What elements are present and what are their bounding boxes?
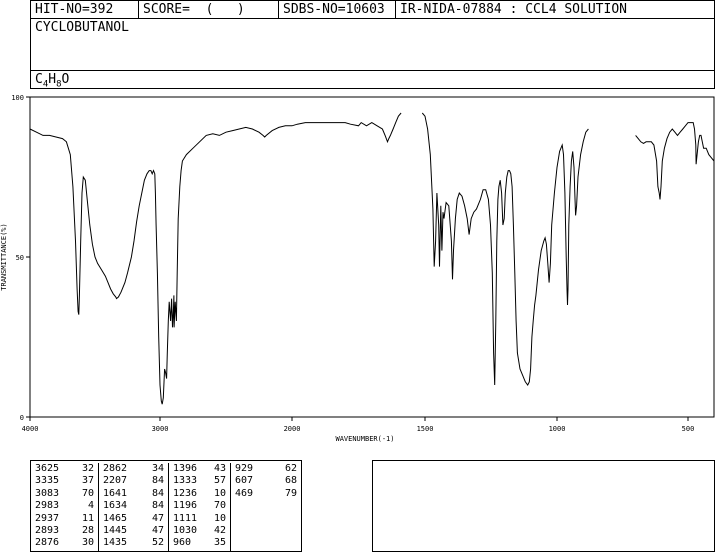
peak-row: 1030 42 bbox=[169, 525, 230, 537]
x-tick-label: 500 bbox=[682, 425, 695, 433]
peak-transmittance: 32 bbox=[81, 463, 94, 474]
peak-row: 1445 47 bbox=[99, 525, 168, 537]
peak-wavenumber: 1236 bbox=[173, 487, 198, 499]
peak-transmittance: 47 bbox=[151, 524, 164, 536]
peak-row: 1111 10 bbox=[169, 513, 230, 525]
peak-wavenumber: 960 bbox=[173, 537, 192, 549]
peak-column: 929 62 607 68 469 79 bbox=[231, 463, 301, 551]
peak-wavenumber: 607 bbox=[235, 475, 254, 487]
x-tick-label: 1000 bbox=[549, 425, 566, 433]
peak-transmittance: 57 bbox=[213, 475, 226, 487]
peak-transmittance: 52 bbox=[151, 537, 164, 549]
peak-transmittance: 11 bbox=[81, 512, 94, 524]
peak-row: 1435 52 bbox=[99, 537, 168, 549]
peak-wavenumber: 1445 bbox=[103, 524, 128, 536]
peak-wavenumber: 3335 bbox=[35, 475, 60, 487]
peak-transmittance: 79 bbox=[284, 487, 297, 499]
peak-row: 2893 28 bbox=[31, 525, 98, 537]
peak-row: 2876 30 bbox=[31, 537, 98, 549]
peak-transmittance: 62 bbox=[284, 463, 297, 474]
peak-row: 469 79 bbox=[231, 488, 301, 500]
peak-column: 3625 32 3335 37 3083 70 2983 4 2937 11 2893 28 2876 3… bbox=[31, 463, 99, 551]
x-tick-label: 4000 bbox=[22, 425, 39, 433]
peak-wavenumber: 929 bbox=[235, 463, 254, 474]
peak-transmittance: 70 bbox=[213, 500, 226, 512]
peak-row: 929 62 bbox=[231, 463, 301, 475]
peak-transmittance: 10 bbox=[213, 512, 226, 524]
peak-row: 607 68 bbox=[231, 475, 301, 487]
peak-transmittance: 47 bbox=[151, 512, 164, 524]
peak-row: 2983 4 bbox=[31, 500, 98, 512]
peak-wavenumber: 1196 bbox=[173, 500, 198, 512]
peak-transmittance: 30 bbox=[81, 537, 94, 549]
y-tick-label: 0 bbox=[20, 414, 24, 422]
y-tick-label: 50 bbox=[16, 254, 24, 262]
peak-wavenumber: 2207 bbox=[103, 475, 128, 487]
x-tick-label: 1500 bbox=[417, 425, 434, 433]
peak-transmittance: 35 bbox=[213, 537, 226, 549]
peak-transmittance: 34 bbox=[151, 463, 164, 474]
peak-wavenumber: 2876 bbox=[35, 537, 60, 549]
peak-row: 1333 57 bbox=[169, 475, 230, 487]
peak-row: 1236 10 bbox=[169, 488, 230, 500]
peak-wavenumber: 2862 bbox=[103, 463, 128, 474]
y-axis-label: TRANSMITTANCE(%) bbox=[0, 223, 8, 290]
peak-wavenumber: 3083 bbox=[35, 487, 60, 499]
peak-row: 1634 84 bbox=[99, 500, 168, 512]
peak-wavenumber: 2937 bbox=[35, 512, 60, 524]
peak-row: 3083 70 bbox=[31, 488, 98, 500]
peak-row: 3625 32 bbox=[31, 463, 98, 475]
peak-table: 3625 32 3335 37 3083 70 2983 4 2937 11 2893 28 2876 3… bbox=[30, 460, 302, 552]
peak-transmittance: 42 bbox=[213, 524, 226, 536]
x-tick-label: 2000 bbox=[284, 425, 301, 433]
peak-transmittance: 84 bbox=[151, 487, 164, 499]
peak-wavenumber: 2893 bbox=[35, 524, 60, 536]
peak-row: 1641 84 bbox=[99, 488, 168, 500]
peak-transmittance: 70 bbox=[81, 487, 94, 499]
peak-transmittance: 68 bbox=[284, 475, 297, 487]
y-tick-label: 100 bbox=[11, 94, 24, 102]
spectrum-line bbox=[29, 112, 715, 405]
peak-transmittance: 10 bbox=[213, 487, 226, 499]
x-tick-label: 3000 bbox=[152, 425, 169, 433]
peak-column: 1396 43 1333 57 1236 10 1196 70 1111 10 1030 42 960 3… bbox=[169, 463, 231, 551]
x-axis-label: WAVENUMBER(-1) bbox=[335, 435, 394, 443]
peak-transmittance: 84 bbox=[151, 500, 164, 512]
peak-transmittance: 28 bbox=[81, 524, 94, 536]
peak-wavenumber: 1435 bbox=[103, 537, 128, 549]
peak-wavenumber: 1641 bbox=[103, 487, 128, 499]
peak-transmittance: 4 bbox=[87, 500, 94, 512]
peak-column: 2862 34 2207 84 1641 84 1634 84 1465 47 1445 47 1435… bbox=[99, 463, 169, 551]
peak-row: 2862 34 bbox=[99, 463, 168, 475]
peak-row: 1396 43 bbox=[169, 463, 230, 475]
peak-wavenumber: 3625 bbox=[35, 463, 60, 474]
peak-row: 2937 11 bbox=[31, 513, 98, 525]
plot-frame bbox=[29, 96, 715, 418]
peak-wavenumber: 1396 bbox=[173, 463, 198, 474]
peak-wavenumber: 1111 bbox=[173, 512, 198, 524]
peak-wavenumber: 1465 bbox=[103, 512, 128, 524]
peak-transmittance: 84 bbox=[151, 475, 164, 487]
peak-transmittance: 43 bbox=[213, 463, 226, 474]
peak-wavenumber: 2983 bbox=[35, 500, 60, 512]
peak-transmittance: 37 bbox=[81, 475, 94, 487]
peak-wavenumber: 469 bbox=[235, 487, 254, 499]
peak-row: 1465 47 bbox=[99, 513, 168, 525]
peak-wavenumber: 1333 bbox=[173, 475, 198, 487]
peak-wavenumber: 1030 bbox=[173, 524, 198, 536]
peak-row: 960 35 bbox=[169, 537, 230, 549]
peak-wavenumber: 1634 bbox=[103, 500, 128, 512]
peak-row: 3335 37 bbox=[31, 475, 98, 487]
ir-spectrum-chart: 4000 3000 2000 1500 1000 500 0 50 100 WAVENUMBE… bbox=[0, 94, 715, 443]
comment-box bbox=[372, 460, 715, 552]
peak-row: 2207 84 bbox=[99, 475, 168, 487]
peak-row: 1196 70 bbox=[169, 500, 230, 512]
